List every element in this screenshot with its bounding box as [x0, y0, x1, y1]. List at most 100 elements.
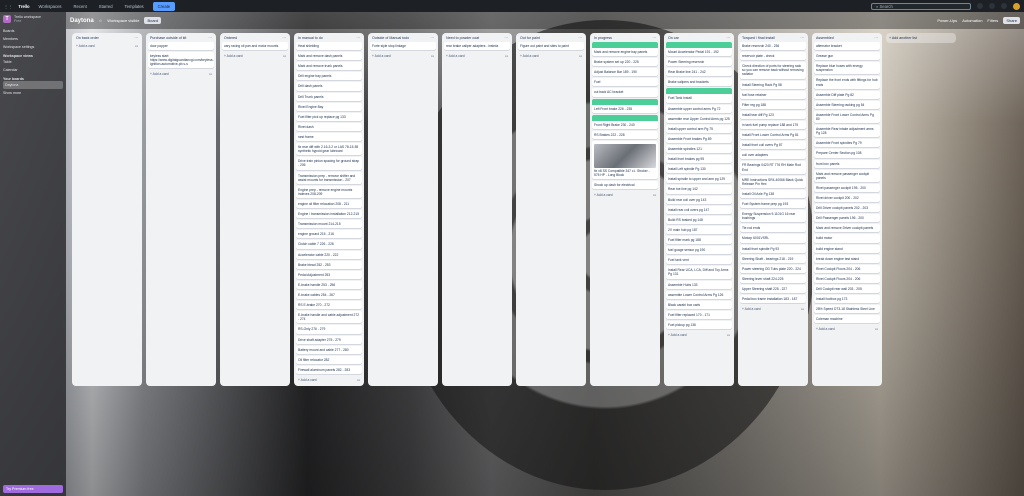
card[interactable]: Drill Driver cockpit panels 202 - 203 [814, 204, 880, 213]
user-avatar[interactable] [1013, 2, 1020, 10]
card-template-icon[interactable]: ▭ [431, 54, 434, 58]
card-template-icon[interactable]: ▭ [505, 54, 508, 58]
sidebar-item-calendar[interactable]: Calendar [3, 66, 63, 74]
list-title[interactable]: Outside of Manual todo [372, 36, 409, 40]
card[interactable]: Engine / transmission installation 212-2… [296, 210, 362, 219]
card[interactable]: Brake calipers and brackets [666, 78, 732, 87]
card[interactable]: Build rear coil over pg 143 [666, 195, 732, 204]
card[interactable]: Install spindle to upper and arm pg 129 [666, 175, 732, 184]
card[interactable]: Drill Trunk panels [296, 92, 362, 101]
card[interactable]: Mount Accelerator Pedal 191 - 192 [666, 42, 732, 57]
card[interactable]: Fuel [592, 78, 658, 87]
sidebar-show-more[interactable]: Show more [3, 89, 63, 97]
card[interactable]: Assemble upper control arms Pg 72 [666, 104, 732, 113]
list-title[interactable]: In manual to do [298, 36, 323, 40]
nav-workspaces[interactable]: Workspaces [36, 3, 65, 10]
card-template-icon[interactable]: ▭ [209, 72, 212, 76]
card[interactable]: door popper [148, 42, 214, 51]
add-card-button[interactable]: + Add a card ▭ [518, 52, 584, 60]
card[interactable]: Mark and remove Driver cockpit panels [814, 224, 880, 233]
card[interactable]: Engine prep - remove engine mounts index… [296, 185, 362, 198]
card[interactable]: Firewall aluminum panels 282 - 283 [296, 365, 362, 374]
list-menu-icon[interactable]: ··· [578, 36, 582, 40]
list-title[interactable]: On car [668, 36, 679, 40]
card[interactable]: alternator bracket [814, 42, 880, 51]
power-ups-button[interactable]: Power-Ups [937, 18, 957, 23]
card[interactable]: Assemble Front brakes Pg 89 [666, 134, 732, 143]
nav-recent[interactable]: Recent [71, 3, 90, 10]
card[interactable]: Replace blue hoses with energy suspensio… [814, 62, 880, 75]
sidebar-board-daytona[interactable]: Daytona [3, 81, 63, 89]
card[interactable]: Upper Steering shaft 225 - 227 [740, 284, 806, 294]
add-card-button[interactable]: + Add a card ▭ [444, 52, 510, 60]
list-title[interactable]: On back order [76, 36, 99, 40]
card[interactable]: build motor [814, 234, 880, 243]
card[interactable]: Left Front brake 226 - 235 [592, 98, 658, 113]
card[interactable]: Install Steering Rack Pg 58 [740, 80, 806, 89]
card[interactable]: MRE Instructions SR4-40066 Black Quick R… [740, 175, 806, 188]
list-title[interactable]: Assembled [816, 36, 834, 40]
list-title[interactable]: Ordered [224, 36, 237, 40]
card[interactable]: build engine stand [814, 244, 880, 253]
card[interactable]: Rivet driver cockpit 200 - 202 [814, 193, 880, 203]
card[interactable]: Adjust Balance Bar 189 - 190 [592, 68, 658, 77]
card[interactable]: Brake system set up 220 - 225 [592, 58, 658, 67]
card[interactable]: Mark and remove engine bay panels [592, 42, 658, 57]
card[interactable]: Steering Shaft - bearings 218 - 219 [740, 254, 806, 263]
card[interactable]: Fuel filter pick up replace pg 133 [296, 112, 362, 121]
list-title[interactable]: In progress [594, 36, 612, 40]
list-menu-icon[interactable]: ··· [134, 36, 138, 40]
card[interactable]: front box panels [814, 159, 880, 168]
card[interactable]: Rivet Engine Bay [296, 102, 362, 111]
card-template-icon[interactable]: ▭ [579, 54, 582, 58]
filters-button[interactable]: Filters [987, 18, 998, 23]
card[interactable]: Build RS braked pg 148 [666, 215, 732, 224]
card[interactable]: Rear toe line pg 142 [666, 185, 732, 194]
card[interactable]: engine ground 215 - 216 [296, 230, 362, 239]
card[interactable]: Oil filter relocator 282 [296, 355, 362, 364]
card[interactable]: Brake reservoir 240 - 236 [740, 42, 806, 51]
card[interactable]: Install Left spindle Pg 130 [666, 165, 732, 174]
visibility-button[interactable]: Workspace visible [107, 18, 139, 23]
card[interactable]: Coleman machine [814, 315, 880, 324]
card[interactable]: Fuel tank vent [666, 256, 732, 265]
card[interactable]: Pedal box frame installation 183 - 187 [740, 295, 806, 304]
card[interactable]: Assemble Front Lower Control Arms Pg 80 [814, 110, 880, 124]
card[interactable]: Fuel pickup pg 136 [666, 320, 732, 330]
create-button[interactable]: Create [152, 1, 176, 11]
card[interactable]: FR Bearings 0423 RT 776 RH Male Rod End [740, 161, 806, 174]
card[interactable]: 2V main hub pg 187 [666, 225, 732, 234]
card[interactable]: Shock up dash for electrical [592, 181, 658, 190]
list[interactable]: Out for paint ··· Figure out paint and sit… [516, 33, 586, 386]
card[interactable]: Filter reg pg 188 [740, 100, 806, 109]
card[interactable]: Install upper control arm Pg 75 [666, 124, 732, 133]
card[interactable]: Power Steering reservoir [666, 58, 732, 67]
card[interactable]: Fuel Tank Install [666, 88, 732, 103]
list[interactable]: On back order ··· + Add a card ▭ [72, 33, 142, 386]
card-template-icon[interactable]: ▭ [357, 378, 360, 382]
card[interactable]: Drill Passenger panels 196 - 200 [814, 214, 880, 223]
add-card-button[interactable]: + Add a card ▭ [148, 70, 214, 78]
card[interactable]: Power steering OD Tubs plate 220 - 224 [740, 264, 806, 273]
card-template-icon[interactable]: ▭ [875, 327, 878, 331]
card[interactable]: Brake blead 252 - 253 [296, 260, 362, 269]
list[interactable]: On car ··· Mount Accelerator Pedal 191 - 1… [664, 33, 734, 386]
card[interactable]: Rear Brake line 241 - 242 [666, 68, 732, 77]
card[interactable]: Fuel filter mark pg 188 [666, 235, 732, 245]
card[interactable]: Drill Cockpit rear wall 203 - 205 [814, 284, 880, 294]
card[interactable]: Mark and remove passenger cockpit panels [814, 169, 880, 182]
card[interactable]: Transmission mount 214-215 [296, 220, 362, 229]
nav-templates[interactable]: Templates [122, 3, 147, 10]
card[interactable]: Rivet Cockpit Floors 204 - 206 [814, 264, 880, 273]
list-menu-icon[interactable]: ··· [430, 36, 434, 40]
list-menu-icon[interactable]: ··· [652, 36, 656, 40]
automation-button[interactable]: Automation [962, 18, 982, 23]
share-button[interactable]: Share [1003, 17, 1020, 24]
card[interactable]: Drive shaft adapter 275 - 279 [296, 335, 362, 344]
list-title[interactable]: Need to powder coat [446, 36, 479, 40]
card[interactable]: Motorp 6001VSRL [740, 234, 806, 243]
list[interactable]: Assembled ··· alternator bracket Grease gun… [812, 33, 882, 386]
card[interactable]: cut back AC bracket [592, 88, 658, 97]
list[interactable]: Outside of Manual todo ··· Forte style sto… [368, 33, 438, 386]
list[interactable]: Purchase outside of kit ··· door popper key… [146, 33, 216, 386]
